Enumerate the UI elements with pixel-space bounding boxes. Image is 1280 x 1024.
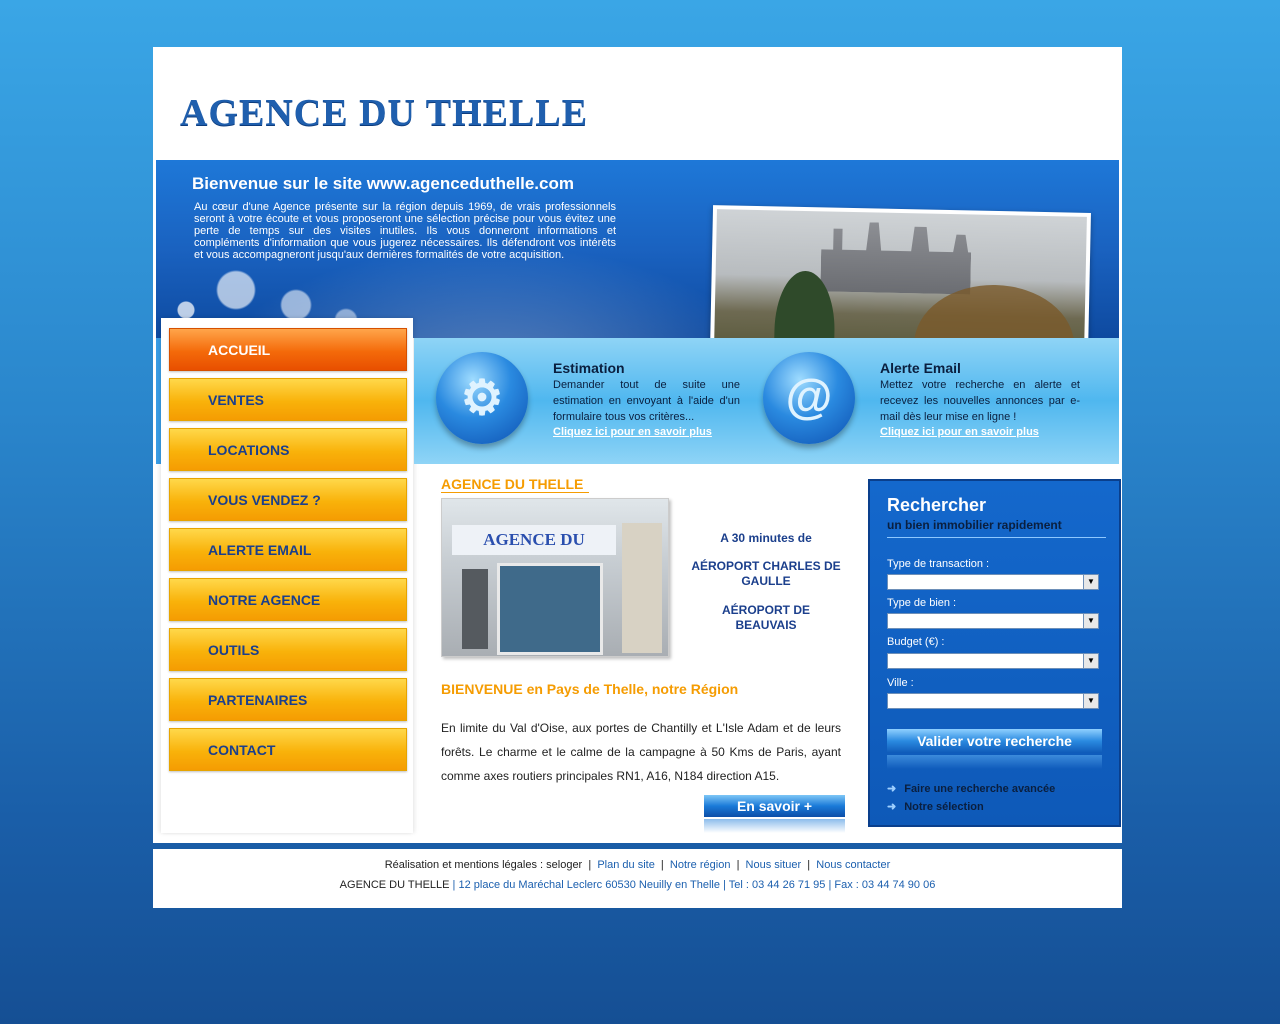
- nav-label: ACCUEIL: [208, 342, 271, 358]
- validate-search-button[interactable]: Valider votre recherche: [887, 729, 1102, 753]
- nav-label: VENTES: [208, 392, 265, 408]
- nav-label: PARTENAIRES: [208, 692, 308, 708]
- storefront-window: [497, 563, 603, 655]
- city-select[interactable]: [887, 693, 1099, 709]
- nav-item-ventes[interactable]: VENTES: [169, 378, 407, 421]
- arrow-right-icon: ➜: [887, 801, 897, 813]
- arrow-right-icon: ➜: [887, 783, 897, 795]
- search-title: Rechercher: [887, 495, 987, 515]
- advanced-search-link[interactable]: ➜ Faire une recherche avancée: [887, 782, 1055, 795]
- welcome-title: Bienvenue sur le site www.agenceduthelle…: [192, 174, 574, 193]
- region-description: En limite du Val d'Oise, aux portes de C…: [441, 721, 841, 783]
- nav-item-locations[interactable]: LOCATIONS: [169, 428, 407, 471]
- nav-item-contact[interactable]: CONTACT: [169, 728, 407, 771]
- footer-realisation[interactable]: Réalisation et mentions légales : seloge…: [385, 859, 583, 871]
- nav-item-outils[interactable]: OUTILS: [169, 628, 407, 671]
- nav-item-alerte-email[interactable]: ALERTE EMAIL: [169, 528, 407, 571]
- selection-label: Notre sélection: [904, 801, 984, 813]
- bienvenue-heading: BIENVENUE en Pays de Thelle, notre Régio…: [441, 681, 739, 697]
- nav-item-accueil[interactable]: ACCUEIL: [169, 328, 407, 371]
- nav-item-partenaires[interactable]: PARTENAIRES: [169, 678, 407, 721]
- gear-icon[interactable]: ⚙: [436, 352, 528, 444]
- property-type-select[interactable]: [887, 613, 1099, 629]
- distance-beauvais: AÉROPORT DE BEAUVAIS: [721, 603, 810, 632]
- budget-select[interactable]: [887, 653, 1099, 669]
- nav-item-vous-vendez[interactable]: VOUS VENDEZ ?: [169, 478, 407, 521]
- site-logo[interactable]: AGENCE DU THELLE: [180, 91, 588, 135]
- castle-photo: [709, 205, 1091, 338]
- agency-heading: AGENCE DU THELLE: [441, 476, 590, 493]
- alert-link[interactable]: Cliquez ici pour en savoir plus: [880, 426, 1039, 438]
- footer-links: Réalisation et mentions légales : seloge…: [384, 859, 891, 871]
- castle-image: [713, 209, 1087, 338]
- footer-link-region[interactable]: Notre région: [670, 859, 731, 871]
- city-label: Ville :: [887, 677, 914, 689]
- advanced-search-label: Faire une recherche avancée: [904, 783, 1056, 795]
- storefront-wall: [622, 523, 662, 653]
- gear-glyph: ⚙: [460, 372, 504, 425]
- chevron-down-icon[interactable]: ▼: [1083, 574, 1099, 590]
- main-nav: ACCUEIL VENTES LOCATIONS VOUS VENDEZ ? A…: [161, 318, 413, 833]
- nav-label: NOTRE AGENCE: [208, 592, 321, 608]
- footer-tel: Tel : 03 44 26 71 95: [728, 879, 826, 891]
- footer-agency: AGENCE DU THELLE: [339, 879, 450, 891]
- estimation-text: Demander tout de suite une estimation en…: [553, 379, 740, 423]
- search-subtitle: un bien immobilier rapidement: [887, 518, 1062, 532]
- nav-label: CONTACT: [208, 742, 276, 758]
- transaction-type-select[interactable]: [887, 574, 1099, 590]
- storefront-door: [462, 569, 488, 649]
- selection-link[interactable]: ➜ Notre sélection: [887, 800, 984, 813]
- search-divider: [887, 537, 1106, 538]
- more-button[interactable]: En savoir +: [704, 795, 845, 817]
- footer: Réalisation et mentions légales : seloge…: [153, 849, 1122, 908]
- transaction-type-label: Type de transaction :: [887, 558, 990, 570]
- at-glyph: @: [785, 371, 833, 424]
- castle-shape: [820, 221, 971, 294]
- chevron-down-icon[interactable]: ▼: [1083, 693, 1099, 709]
- agency-storefront-photo: AGENCE DU THELLE: [441, 498, 669, 657]
- nav-item-notre-agence[interactable]: NOTRE AGENCE: [169, 578, 407, 621]
- welcome-text: Au cœur d'une Agence présente sur la rég…: [194, 201, 616, 261]
- footer-address: AGENCE DU THELLE | 12 place du Maréchal …: [339, 879, 936, 891]
- budget-label: Budget (€) :: [887, 636, 945, 648]
- header-banner: Bienvenue sur le site www.agenceduthelle…: [156, 160, 1119, 338]
- nav-label: OUTILS: [208, 642, 260, 658]
- alert-text: Mettez votre recherche en alerte et rece…: [880, 379, 1080, 423]
- nav-label: VOUS VENDEZ ?: [208, 492, 321, 508]
- footer-link-contact[interactable]: Nous contacter: [816, 859, 890, 871]
- page-container: AGENCE DU THELLE Bienvenue sur le site w…: [153, 47, 1122, 843]
- storefront-sign: AGENCE DU THELLE: [452, 525, 616, 579]
- nav-label: LOCATIONS: [208, 442, 290, 458]
- footer-fax: Fax : 03 44 74 90 06: [834, 879, 936, 891]
- at-icon[interactable]: @: [763, 352, 855, 444]
- alert-title: Alerte Email: [880, 360, 961, 376]
- footer-street: 12 place du Maréchal Leclerc 60530 Neuil…: [458, 879, 720, 891]
- footer-link-situer[interactable]: Nous situer: [746, 859, 802, 871]
- validate-button-reflection: [887, 755, 1102, 769]
- estimation-title: Estimation: [553, 360, 625, 376]
- more-button-reflection: [704, 819, 845, 833]
- search-panel: Rechercher un bien immobilier rapidement…: [868, 479, 1121, 827]
- nav-label: ALERTE EMAIL: [208, 542, 312, 558]
- chevron-down-icon[interactable]: ▼: [1083, 653, 1099, 669]
- estimation-link[interactable]: Cliquez ici pour en savoir plus: [553, 426, 712, 438]
- distance-intro: A 30 minutes de: [720, 531, 812, 545]
- chevron-down-icon[interactable]: ▼: [1083, 613, 1099, 629]
- info-band: ⚙ Estimation Demander tout de suite une …: [414, 338, 1119, 464]
- property-type-label: Type de bien :: [887, 597, 957, 609]
- distance-cdg: AÉROPORT CHARLES DE GAULLE: [691, 559, 841, 588]
- footer-link-plan[interactable]: Plan du site: [597, 859, 654, 871]
